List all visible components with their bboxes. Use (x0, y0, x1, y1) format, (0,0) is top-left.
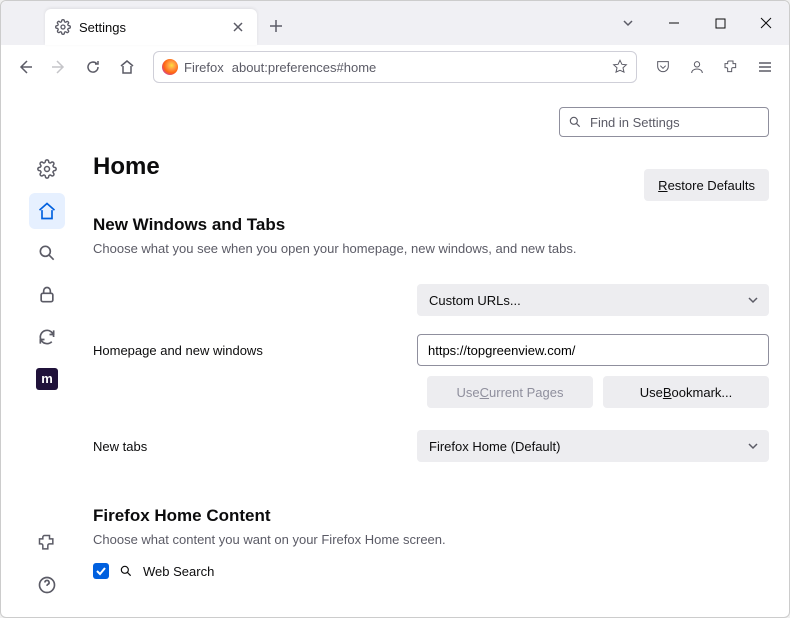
url-text: about:preferences#home (232, 60, 377, 75)
sidebar-extensions[interactable] (29, 525, 65, 561)
newtabs-dropdown-value: Firefox Home (Default) (429, 439, 560, 454)
pocket-button[interactable] (647, 51, 679, 83)
homepage-dropdown-value: Custom URLs... (429, 293, 521, 308)
restore-defaults-button[interactable]: Restore Defaults (644, 169, 769, 201)
sidebar-help[interactable] (29, 567, 65, 603)
homepage-dropdown[interactable]: Custom URLs... (417, 284, 769, 316)
sidebar-privacy[interactable] (29, 277, 65, 313)
chevron-down-icon (747, 294, 759, 306)
tab-title: Settings (79, 20, 126, 35)
nav-toolbar: Firefox about:preferences#home (1, 45, 789, 89)
use-current-pages-button[interactable]: Use Current Pages (427, 376, 593, 408)
sidebar-general[interactable] (29, 151, 65, 187)
maximize-button[interactable] (697, 8, 743, 38)
forward-button[interactable] (43, 51, 75, 83)
firefox-logo-icon (162, 59, 178, 75)
svg-text:m: m (41, 371, 53, 386)
search-icon (119, 564, 133, 578)
sidebar-home[interactable] (29, 193, 65, 229)
minimize-button[interactable] (651, 8, 697, 38)
sidebar-more[interactable]: m (29, 361, 65, 397)
account-button[interactable] (681, 51, 713, 83)
firefox-brand: Firefox (162, 59, 224, 75)
websearch-checkbox[interactable] (93, 563, 109, 579)
reload-button[interactable] (77, 51, 109, 83)
tab-settings[interactable]: Settings (45, 9, 257, 45)
back-button[interactable] (9, 51, 41, 83)
url-bar[interactable]: Firefox about:preferences#home (153, 51, 637, 83)
section-new-windows-desc: Choose what you see when you open your h… (93, 241, 769, 256)
section-home-content-heading: Firefox Home Content (93, 506, 769, 526)
tab-strip: Settings (1, 1, 789, 45)
chevron-down-icon (747, 440, 759, 452)
home-button[interactable] (111, 51, 143, 83)
search-placeholder: Find in Settings (590, 115, 680, 130)
sidebar-search[interactable] (29, 235, 65, 271)
use-bookmark-button[interactable]: Use Bookmark... (603, 376, 769, 408)
close-window-button[interactable] (743, 8, 789, 38)
find-in-settings[interactable]: Find in Settings (559, 107, 769, 137)
bookmark-star-icon[interactable] (612, 59, 628, 75)
extensions-button[interactable] (715, 51, 747, 83)
homepage-url-input[interactable] (417, 334, 769, 366)
newtabs-dropdown[interactable]: Firefox Home (Default) (417, 430, 769, 462)
websearch-label: Web Search (143, 564, 214, 579)
settings-sidebar: m (1, 89, 93, 617)
section-new-windows-heading: New Windows and Tabs (93, 215, 769, 235)
app-menu-button[interactable] (749, 51, 781, 83)
sidebar-sync[interactable] (29, 319, 65, 355)
tab-list-button[interactable] (613, 8, 643, 38)
brand-label: Firefox (184, 60, 224, 75)
close-tab-button[interactable] (229, 18, 247, 36)
new-tab-button[interactable] (261, 11, 291, 41)
gear-icon (55, 19, 71, 35)
settings-main: Find in Settings Home Restore Defaults N… (93, 89, 789, 617)
homepage-label: Homepage and new windows (93, 343, 403, 358)
search-icon (568, 115, 582, 129)
newtabs-label: New tabs (93, 439, 403, 454)
section-home-content-desc: Choose what content you want on your Fir… (93, 532, 769, 547)
